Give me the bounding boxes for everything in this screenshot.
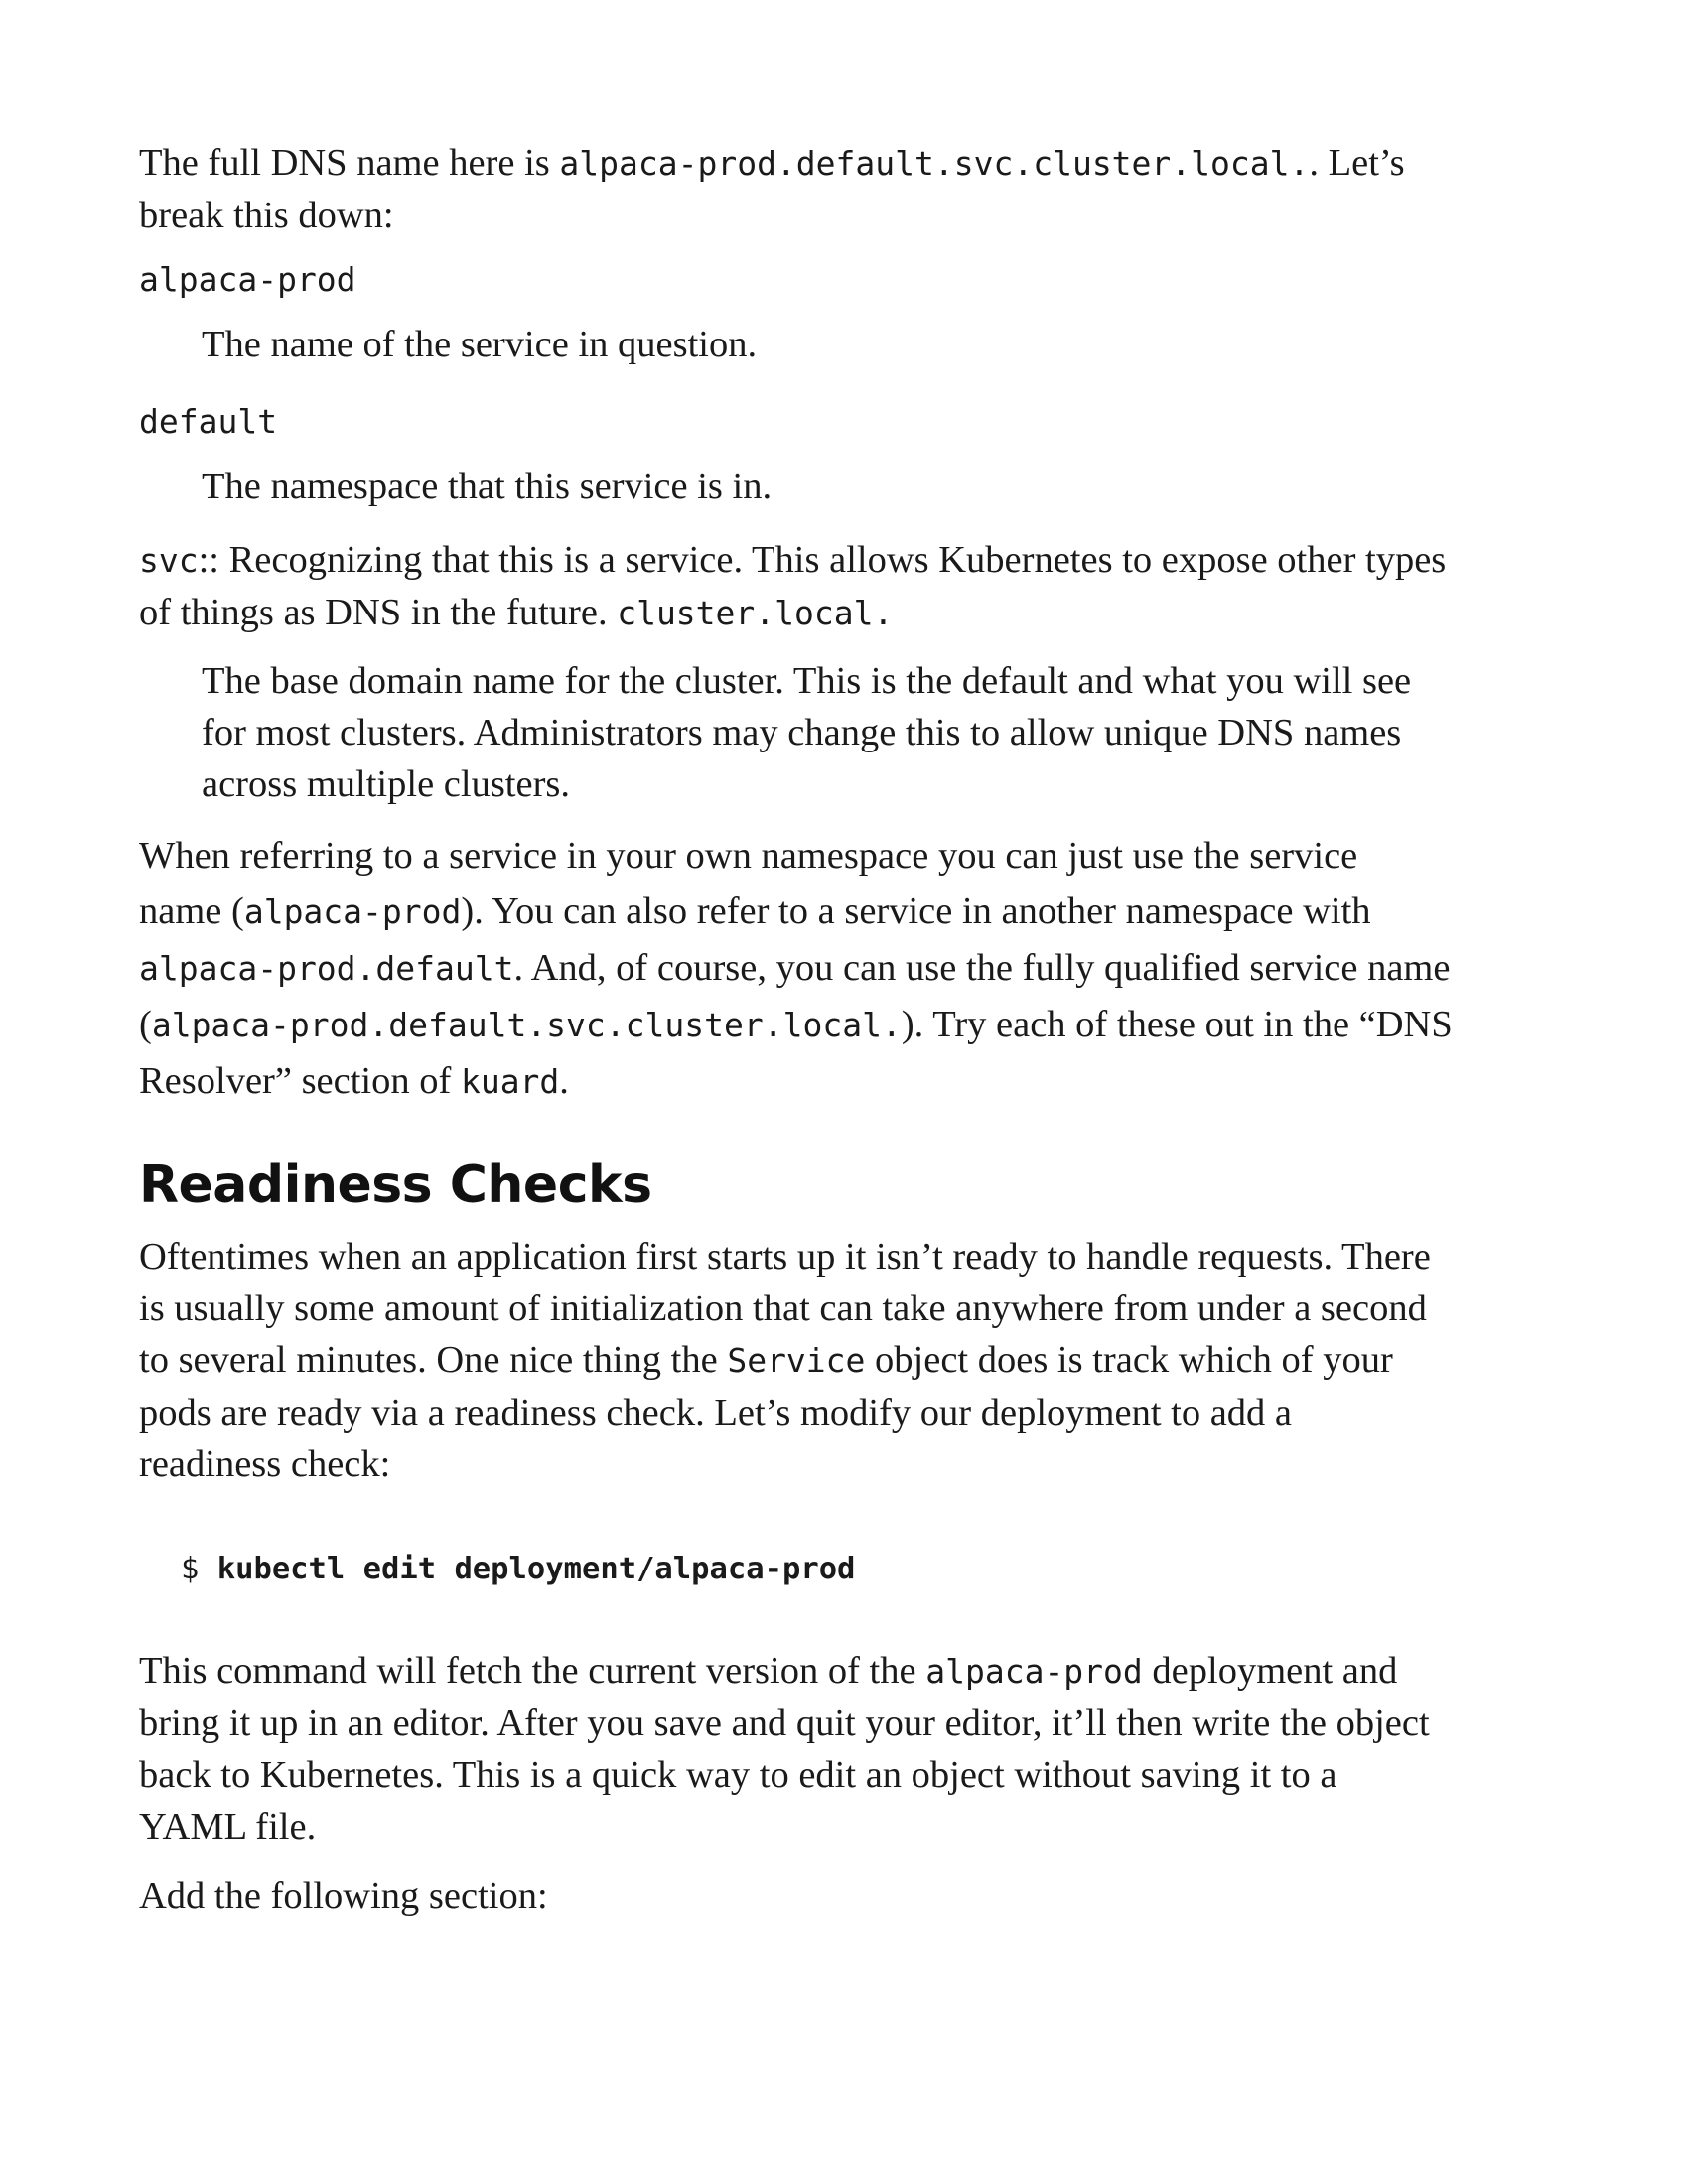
inline-code-fqdn: alpaca-prod.default.svc.cluster.local. (559, 144, 1310, 183)
shell-prompt: $ (181, 1552, 217, 1586)
after-line3: back to Kubernetes. This is a quick way … (139, 1754, 1337, 1796)
inline-code-alpaca-prod-default: alpaca-prod.default (139, 949, 514, 988)
command-code-block: $ kubectl edit deployment/alpaca-prod (181, 1548, 1569, 1591)
readiness-line3-start: to several minutes. One nice thing the (139, 1339, 728, 1381)
after-line2: bring it up in an editor. After you save… (139, 1703, 1430, 1744)
inline-code-kuard: kuard (460, 1062, 560, 1101)
inline-code-full-fqdn: alpaca-prod.default.svc.cluster.local. (151, 1006, 902, 1044)
readiness-line2: is usually some amount of initialization… (139, 1288, 1427, 1329)
after-line1-start: This command will fetch the current vers… (139, 1650, 926, 1692)
def-desc-alpaca-prod: The name of the service in question. (202, 324, 758, 365)
svc-text: :: Recognizing that this is a service. T… (198, 539, 1447, 581)
kubectl-command: kubectl edit deployment/alpaca-prod (216, 1552, 856, 1586)
after-command-paragraph: This command will fetch the current vers… (139, 1645, 1569, 1852)
def-desc-cluster-local: The base domain name for the cluster. Th… (202, 655, 1569, 810)
referring-line4-start: ( (139, 1004, 152, 1045)
inline-code-cluster-local: cluster.local. (617, 594, 894, 632)
intro-text: The full DNS name here is (139, 142, 560, 184)
readiness-line1: Oftentimes when an application first sta… (139, 1236, 1431, 1278)
inline-code-service: Service (727, 1341, 866, 1380)
referring-line5-start: Resolver” section of (139, 1060, 461, 1102)
svc-text-line2: of things as DNS in the future. (139, 592, 618, 633)
cluster-def-line3: across multiple clusters. (202, 763, 571, 805)
add-section-paragraph: Add the following section: (139, 1875, 548, 1917)
after-line1-end: deployment and (1142, 1650, 1398, 1692)
def-term-alpaca-prod: alpaca-prod (139, 260, 356, 299)
document-page: The full DNS name here is alpaca-prod.de… (139, 137, 1569, 1922)
readiness-paragraph: Oftentimes when an application first sta… (139, 1231, 1569, 1490)
referring-line3-end: . And, of course, you can use the fully … (513, 947, 1451, 989)
readiness-line3-end: object does is track which of your (865, 1339, 1393, 1381)
referring-line4-end: ). Try each of these out in the “DNS (901, 1004, 1453, 1045)
referring-line2-start: name ( (139, 890, 244, 932)
inline-code-alpaca-prod-2: alpaca-prod (925, 1652, 1143, 1691)
referring-line1: When referring to a service in your own … (139, 835, 1358, 877)
readiness-line4: pods are ready via a readiness check. Le… (139, 1392, 1293, 1433)
referring-line2-end: ). You can also refer to a service in an… (461, 890, 1371, 932)
svc-paragraph: svc:: Recognizing that this is a service… (139, 534, 1569, 639)
inline-code-svc: svc (139, 541, 199, 580)
inline-code-alpaca-prod: alpaca-prod (243, 892, 462, 931)
readiness-line5: readiness check: (139, 1443, 391, 1485)
cluster-def-line2: for most clusters. Administrators may ch… (202, 712, 1402, 753)
intro-paragraph: The full DNS name here is alpaca-prod.de… (139, 137, 1569, 241)
referring-paragraph: When referring to a service in your own … (139, 828, 1569, 1110)
intro-text-line2: break this down: (139, 195, 394, 236)
referring-line5-end: . (559, 1060, 569, 1102)
intro-text-end: . Let’s (1309, 142, 1405, 184)
section-heading-readiness-checks: Readiness Checks (139, 1156, 652, 1215)
def-desc-default: The namespace that this service is in. (202, 466, 773, 507)
after-line4: YAML file. (139, 1806, 317, 1847)
def-term-default: default (139, 402, 278, 441)
cluster-def-line1: The base domain name for the cluster. Th… (202, 660, 1412, 702)
